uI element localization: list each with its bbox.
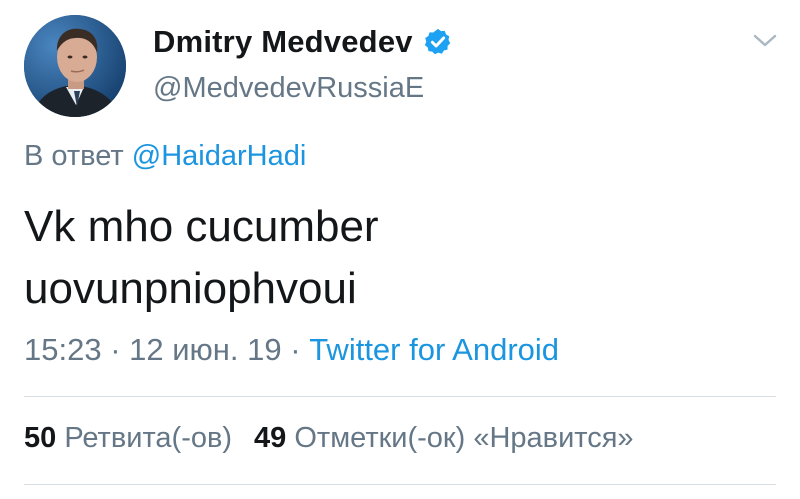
retweets-count: 50: [24, 422, 57, 454]
divider: [24, 396, 776, 397]
author-handle[interactable]: @MedvedevRussiaE: [153, 72, 424, 105]
tweet-text: Vk mho cucumber uovunpniophvoui: [24, 196, 764, 320]
likes-label: Отметки(-ок) «Нравится»: [294, 422, 634, 454]
reply-context: В ответ @HaidarHadi: [24, 140, 306, 173]
tweet-date[interactable]: 12 июн. 19: [129, 332, 282, 367]
likes-count: 49: [254, 422, 287, 454]
tweet-meta: 15:23 · 12 июн. 19 · Twitter for Android: [24, 332, 559, 368]
profile-photo-icon: [24, 15, 126, 117]
author-name-row: Dmitry Medvedev: [153, 22, 453, 62]
retweets-label: Ретвита(-ов): [64, 422, 233, 454]
tweet-text-line: Vk mho cucumber: [24, 202, 379, 251]
likes-stat[interactable]: 49 Отметки(-ок) «Нравится»: [254, 422, 634, 454]
verified-badge-icon: [423, 27, 453, 57]
tweet-time[interactable]: 15:23: [24, 332, 102, 367]
reply-mention-link[interactable]: @HaidarHadi: [132, 140, 307, 172]
divider: [24, 484, 776, 485]
retweets-stat[interactable]: 50 Ретвита(-ов): [24, 422, 232, 454]
reply-prefix: В ответ: [24, 140, 124, 172]
meta-separator: ·: [281, 332, 310, 367]
author-display-name[interactable]: Dmitry Medvedev: [153, 24, 413, 60]
tweet-source-link[interactable]: Twitter for Android: [309, 332, 559, 367]
tweet-card: Dmitry Medvedev @MedvedevRussiaE В ответ…: [0, 0, 800, 499]
meta-separator: ·: [101, 332, 130, 367]
chevron-down-icon[interactable]: [752, 30, 778, 50]
avatar[interactable]: [24, 15, 126, 117]
tweet-text-line: uovunpniophvoui: [24, 264, 357, 313]
tweet-stats: 50 Ретвита(-ов) 49 Отметки(-ок) «Нравится…: [24, 422, 634, 455]
